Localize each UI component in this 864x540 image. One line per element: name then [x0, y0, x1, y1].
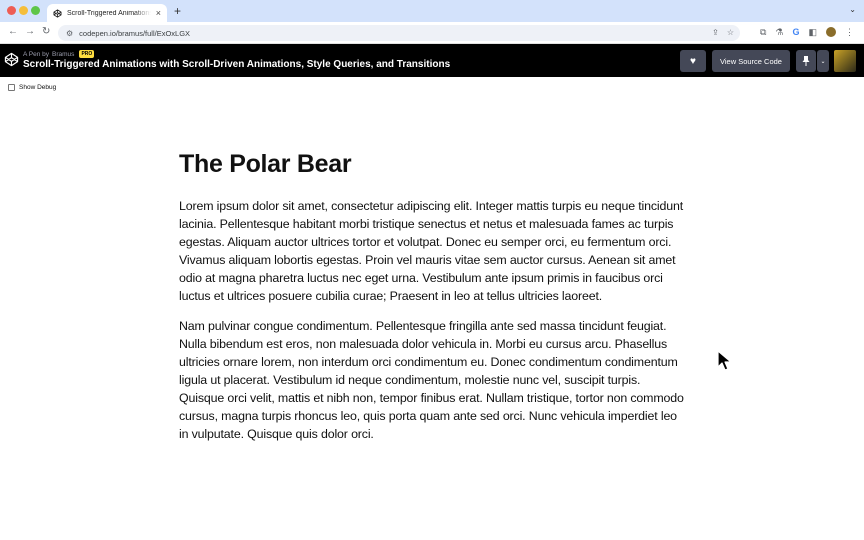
profile-avatar[interactable] — [826, 27, 836, 37]
pen-by-label: A Pen by — [23, 50, 50, 58]
active-tab[interactable]: Scroll-Triggered Animations with × — [47, 4, 167, 22]
site-info-icon[interactable]: ⚙ — [66, 29, 73, 38]
forward-button[interactable]: → — [25, 27, 35, 37]
mouse-pointer-icon — [717, 350, 732, 371]
url-text: codepen.io/bramus/full/ExOxLGX — [79, 28, 191, 38]
pin-icon — [802, 56, 810, 66]
pen-title: Scroll-Triggered Animations with Scroll-… — [23, 59, 451, 70]
heart-icon: ♥ — [690, 55, 696, 67]
article: The Polar Bear Lorem ipsum dolor sit ame… — [179, 148, 684, 455]
author-link[interactable]: Bramus — [52, 51, 74, 58]
back-button[interactable]: ← — [8, 27, 18, 37]
menu-kebab-icon[interactable]: ⋮ — [845, 27, 854, 37]
heart-button[interactable]: ♥ — [680, 50, 706, 72]
minimize-window-button[interactable] — [19, 6, 28, 15]
extensions-icon[interactable]: ⧉ — [760, 27, 766, 37]
show-debug-checkbox[interactable] — [8, 84, 15, 91]
pin-button[interactable] — [796, 50, 816, 72]
tab-search-icon[interactable]: ⌄ — [849, 5, 856, 14]
tab-close-icon[interactable]: × — [156, 8, 161, 18]
codepen-header: A Pen by Bramus PRO Scroll-Triggered Ani… — [0, 44, 864, 77]
codepen-icon — [53, 8, 62, 18]
google-icon[interactable]: G — [792, 27, 799, 37]
close-window-button[interactable] — [7, 6, 16, 15]
maximize-window-button[interactable] — [31, 6, 40, 15]
browser-tab-bar: Scroll-Triggered Animations with × + ⌄ — [0, 0, 864, 22]
pro-badge: PRO — [79, 50, 95, 58]
reload-button[interactable]: ↻ — [42, 27, 50, 37]
view-source-button[interactable]: View Source Code — [712, 50, 790, 72]
browser-toolbar: ← → ↻ ⚙ codepen.io/bramus/full/ExOxLGX ⇪… — [0, 22, 864, 44]
new-tab-button[interactable]: + — [174, 5, 181, 17]
tab-title: Scroll-Triggered Animations with — [67, 9, 151, 17]
chevron-down-icon: ⌄ — [820, 58, 826, 65]
paragraph-2: Nam pulvinar congue condimentum. Pellent… — [179, 319, 684, 441]
side-panel-icon[interactable]: ◧ — [808, 27, 817, 37]
share-icon[interactable]: ⇪ — [712, 28, 719, 37]
show-debug-toggle[interactable]: Show Debug — [8, 84, 56, 91]
bookmark-star-icon[interactable]: ☆ — [727, 28, 734, 37]
codepen-logo-icon[interactable] — [4, 52, 19, 67]
show-debug-label: Show Debug — [19, 84, 57, 91]
user-avatar[interactable] — [834, 50, 856, 72]
paragraph-1: Lorem ipsum dolor sit amet, consectetur … — [179, 199, 684, 303]
lab-icon[interactable]: ⚗ — [775, 27, 783, 37]
pin-dropdown-button[interactable]: ⌄ — [817, 50, 829, 72]
address-bar[interactable]: ⚙ codepen.io/bramus/full/ExOxLGX ⇪ ☆ — [58, 25, 740, 41]
page-heading: The Polar Bear — [179, 150, 352, 178]
